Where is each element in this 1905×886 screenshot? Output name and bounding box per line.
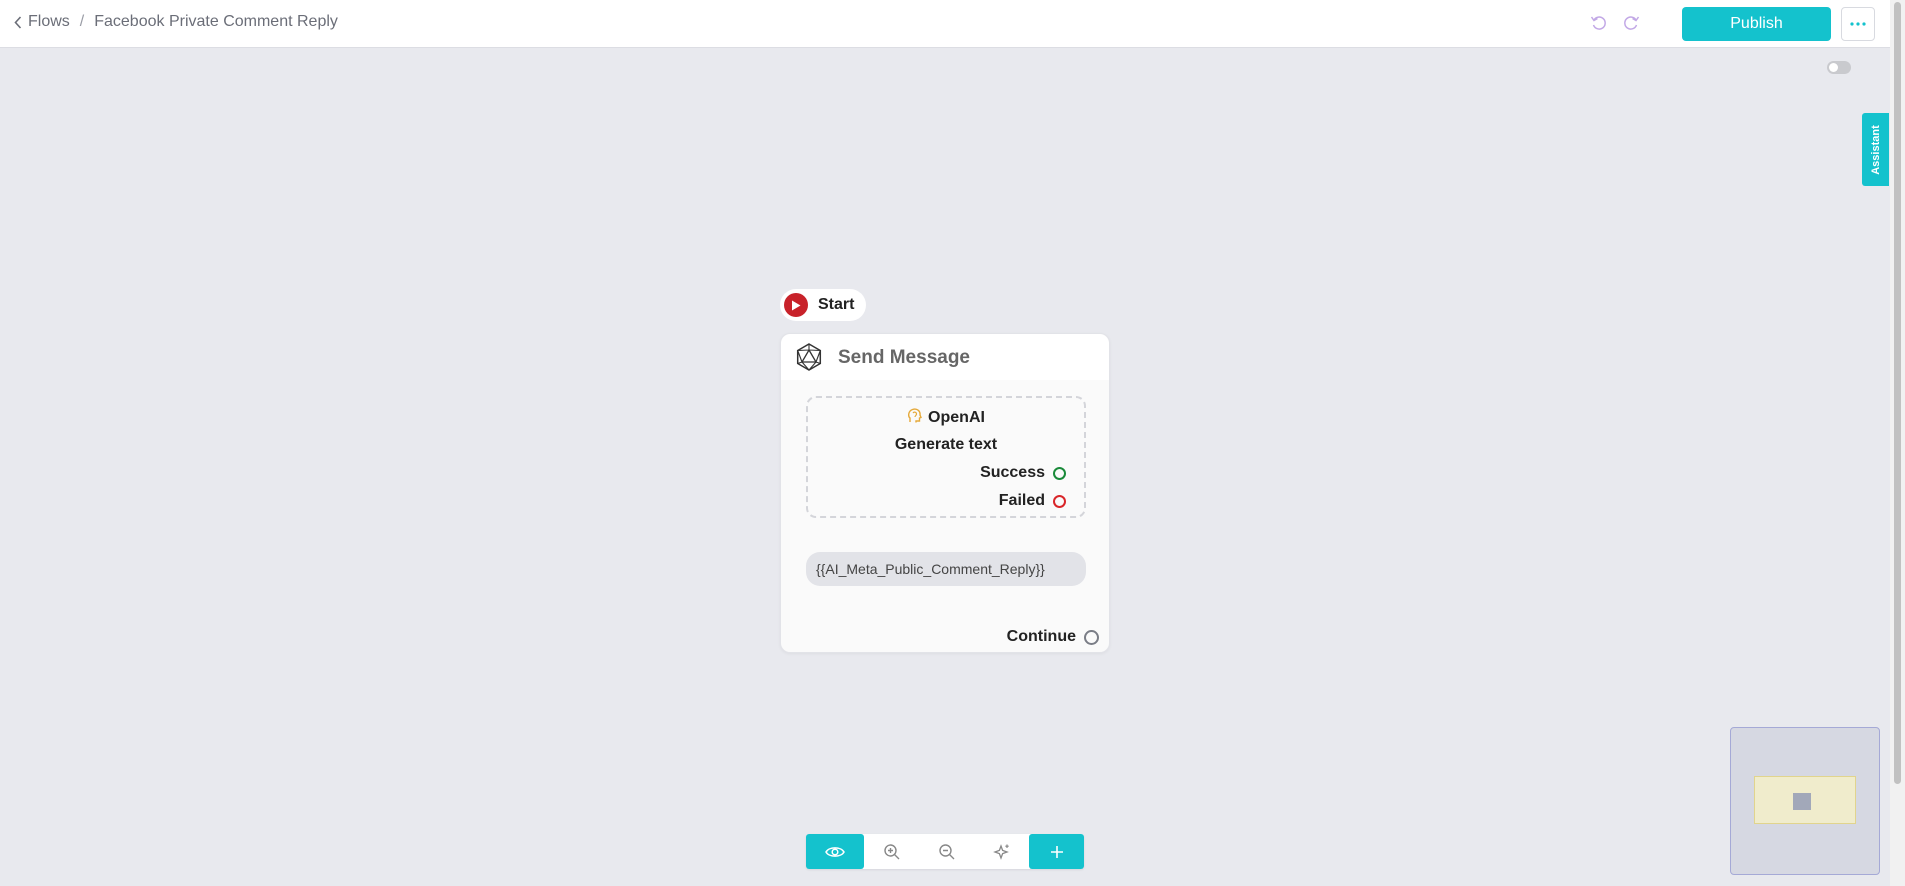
integration-action: Generate text	[894, 436, 998, 453]
assistant-label: Assistant	[1869, 124, 1882, 175]
failed-connector-handle[interactable]	[1053, 494, 1066, 508]
failed-outcome: Failed	[999, 492, 1066, 510]
zoom-in-button[interactable]	[864, 834, 919, 869]
play-circle-icon	[784, 293, 808, 317]
top-bar: Flows / Facebook Private Comment Reply P…	[0, 0, 1890, 48]
start-node[interactable]: Start	[780, 289, 866, 321]
success-outcome: Success	[980, 464, 1066, 482]
chevron-left-icon	[14, 15, 22, 29]
auto-layout-button[interactable]	[974, 834, 1029, 869]
assistant-tab[interactable]: Assistant	[1862, 113, 1889, 186]
minimap[interactable]	[1730, 727, 1880, 875]
back-to-flows-link[interactable]: Flows	[14, 13, 70, 31]
more-horizontal-icon	[1850, 22, 1866, 26]
plus-icon	[1050, 845, 1063, 858]
undo-icon	[1590, 16, 1606, 30]
node-header: Send Message	[781, 334, 1109, 380]
continue-outcome: Continue	[1007, 628, 1099, 646]
icosahedron-icon	[795, 343, 823, 376]
zoom-out-button[interactable]	[919, 834, 974, 869]
zoom-out-icon	[938, 843, 954, 859]
node-title: Send Message	[838, 347, 970, 368]
breadcrumb: Flows / Facebook Private Comment Reply	[14, 13, 338, 31]
success-label: Success	[980, 464, 1045, 481]
integration-title: OpenAI	[808, 408, 1084, 429]
add-node-button[interactable]	[1029, 834, 1084, 869]
breadcrumb-separator: /	[79, 13, 85, 30]
undo-button[interactable]	[1590, 14, 1608, 37]
continue-label: Continue	[1006, 628, 1076, 645]
back-label: Flows	[28, 13, 70, 30]
success-connector-handle[interactable]	[1053, 466, 1066, 480]
redo-icon	[1624, 16, 1640, 30]
toggle-knob	[1829, 63, 1838, 72]
message-variable-chip[interactable]: {{AI_Meta_Public_Comment_Reply}}	[806, 552, 1086, 586]
scrollbar-thumb[interactable]	[1894, 2, 1901, 784]
canvas-toolbar	[806, 834, 1084, 869]
redo-button[interactable]	[1622, 14, 1640, 37]
start-label: Start	[818, 296, 855, 313]
eye-icon	[825, 846, 845, 857]
zoom-in-icon	[883, 843, 899, 859]
failed-label: Failed	[998, 492, 1045, 509]
continue-connector-handle[interactable]	[1084, 629, 1099, 645]
preview-button[interactable]	[806, 834, 864, 869]
minimap-node	[1793, 793, 1811, 810]
send-message-node[interactable]: Send Message OpenAI Generate text Succes…	[780, 333, 1110, 653]
publish-button[interactable]: Publish	[1682, 7, 1831, 41]
openai-brain-icon	[907, 408, 922, 429]
openai-step[interactable]: OpenAI Generate text Success Failed	[806, 396, 1086, 518]
sparkle-icon	[992, 843, 1009, 860]
more-options-button[interactable]	[1841, 7, 1875, 41]
flow-title: Facebook Private Comment Reply	[94, 13, 338, 30]
vertical-scrollbar[interactable]	[1890, 0, 1905, 886]
integration-provider: OpenAI	[928, 409, 985, 426]
canvas-toggle-switch[interactable]	[1827, 61, 1851, 74]
